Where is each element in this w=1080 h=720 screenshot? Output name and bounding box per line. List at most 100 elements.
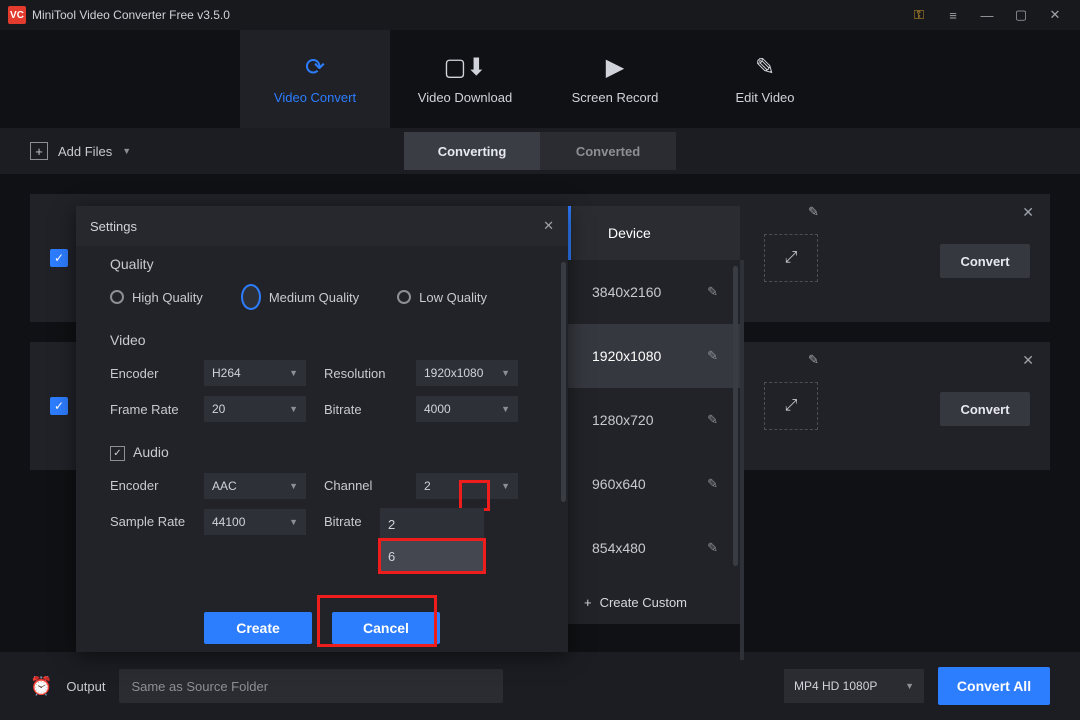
scrollbar[interactable] (733, 266, 738, 566)
tab-converted[interactable]: Converted (540, 132, 676, 170)
tab-label: Edit Video (735, 90, 794, 105)
tab-converting[interactable]: Converting (404, 132, 540, 170)
panel-divider (740, 260, 744, 660)
bottom-bar: ⏰ Output Same as Source Folder MP4 HD 10… (0, 652, 1080, 720)
radio-medium-quality[interactable]: Medium Quality (241, 284, 359, 310)
video-bitrate-select[interactable]: 4000▼ (416, 396, 518, 422)
tab-video-download[interactable]: ▢⬇ Video Download (390, 30, 540, 128)
video-encoder-select[interactable]: H264▼ (204, 360, 306, 386)
channel-label: Channel (324, 478, 398, 493)
quality-radio-group: High Quality Medium Quality Low Quality (110, 284, 534, 310)
resolution-label: Resolution (324, 366, 398, 381)
audio-samplerate-select[interactable]: 44100▼ (204, 509, 306, 535)
format-select[interactable]: MP4 HD 1080P ▼ (784, 669, 924, 703)
radio-icon (397, 290, 411, 304)
output-preview[interactable]: ⤢ (764, 234, 818, 282)
channel-option[interactable]: 6 (380, 540, 484, 572)
edit-icon[interactable]: ✎ (707, 476, 718, 492)
edit-icon[interactable]: ✎ (707, 412, 718, 428)
framerate-label: Frame Rate (110, 402, 186, 417)
audio-checkbox[interactable]: ✓ (110, 446, 125, 461)
video-form: Encoder H264▼ Resolution 1920x1080▼ Fram… (110, 360, 534, 422)
radio-low-quality[interactable]: Low Quality (397, 284, 487, 310)
output-label: Output (66, 679, 105, 694)
convert-all-button[interactable]: Convert All (938, 667, 1050, 705)
cancel-button[interactable]: Cancel (332, 612, 440, 644)
add-files-button[interactable]: + Add Files ▼ (30, 142, 131, 160)
audio-section-title: ✓Audio (110, 444, 534, 461)
resolution-option[interactable]: 960x640✎ (568, 452, 740, 516)
modal-footer: Create Cancel (76, 604, 568, 652)
maximize-icon[interactable]: ▢ (1004, 0, 1038, 30)
convert-button[interactable]: Convert (940, 244, 1030, 278)
refresh-icon: ⟳ (305, 53, 325, 82)
clock-icon[interactable]: ⏰ (30, 676, 52, 697)
caret-down-icon: ▼ (289, 517, 298, 527)
edit-icon[interactable]: ✎ (707, 540, 718, 556)
app-title: MiniTool Video Converter Free v3.5.0 (32, 8, 902, 22)
close-icon[interactable]: ✕ (543, 218, 554, 234)
resolution-option[interactable]: 1920x1080✎ (568, 324, 740, 388)
caret-down-icon: ▼ (905, 681, 914, 691)
modal-body: Quality High Quality Medium Quality Low … (76, 246, 568, 604)
quality-section-title: Quality (110, 256, 534, 272)
close-icon[interactable]: ✕ (1022, 204, 1034, 221)
record-icon: ▶ (606, 53, 624, 82)
close-icon[interactable]: ✕ (1022, 352, 1034, 369)
resolution-panel: Device 3840x2160✎ 1920x1080✎ 1280x720✎ 9… (568, 206, 740, 624)
tab-screen-record[interactable]: ▶ Screen Record (540, 30, 690, 128)
create-custom-button[interactable]: +Create Custom (568, 580, 740, 624)
caret-down-icon: ▼ (289, 481, 298, 491)
tab-video-convert[interactable]: ⟳ Video Convert (240, 30, 390, 128)
resolution-option[interactable]: 1280x720✎ (568, 388, 740, 452)
settings-modal: Settings ✕ Quality High Quality Medium Q… (76, 206, 568, 652)
modal-title: Settings (90, 219, 137, 234)
tab-edit-video[interactable]: ✎ Edit Video (690, 30, 840, 128)
add-files-label: Add Files (58, 144, 112, 159)
output-folder-select[interactable]: Same as Source Folder (119, 669, 503, 703)
plus-icon: + (584, 595, 592, 610)
video-framerate-select[interactable]: 20▼ (204, 396, 306, 422)
main-nav: ⟳ Video Convert ▢⬇ Video Download ▶ Scre… (0, 30, 1080, 128)
audio-encoder-select[interactable]: AAC▼ (204, 473, 306, 499)
caret-down-icon: ▼ (289, 368, 298, 378)
create-button[interactable]: Create (204, 612, 312, 644)
tab-label: Video Convert (274, 90, 356, 105)
video-section-title: Video (110, 332, 534, 348)
titlebar: VC MiniTool Video Converter Free v3.5.0 … (0, 0, 1080, 30)
app-logo: VC (8, 6, 26, 24)
edit-icon[interactable]: ✎ (707, 348, 718, 364)
video-resolution-select[interactable]: 1920x1080▼ (416, 360, 518, 386)
convert-button[interactable]: Convert (940, 392, 1030, 426)
caret-down-icon: ▼ (122, 146, 131, 156)
encoder-label: Encoder (110, 478, 186, 493)
download-icon: ▢⬇ (444, 53, 487, 82)
edit-icon[interactable]: ✎ (808, 204, 819, 220)
caret-down-icon: ▼ (289, 404, 298, 414)
caret-down-icon: ▼ (501, 368, 510, 378)
scrollbar[interactable] (561, 262, 566, 502)
status-segment: Converting Converted (404, 132, 676, 170)
device-tab[interactable]: Device (568, 206, 740, 260)
radio-icon (110, 290, 124, 304)
resolution-option[interactable]: 854x480✎ (568, 516, 740, 580)
key-icon[interactable]: ⚿ (902, 0, 936, 30)
edit-icon[interactable]: ✎ (707, 284, 718, 300)
menu-icon[interactable]: ≡ (936, 0, 970, 30)
close-icon[interactable]: ✕ (1038, 0, 1072, 30)
caret-down-icon: ▼ (501, 481, 510, 491)
samplerate-label: Sample Rate (110, 514, 186, 529)
channel-option[interactable]: 2 (380, 508, 484, 540)
tab-label: Screen Record (572, 90, 659, 105)
minimize-icon[interactable]: — (970, 0, 1004, 30)
toolbar: + Add Files ▼ Converting Converted (0, 128, 1080, 174)
tab-label: Video Download (418, 90, 512, 105)
edit-icon[interactable]: ✎ (808, 352, 819, 368)
file-checkbox[interactable]: ✓ (50, 397, 68, 415)
resolution-option[interactable]: 3840x2160✎ (568, 260, 740, 324)
radio-high-quality[interactable]: High Quality (110, 284, 203, 310)
channel-dropdown: 2 6 (380, 508, 484, 572)
output-preview[interactable]: ⤢ (764, 382, 818, 430)
caret-down-icon: ▼ (501, 404, 510, 414)
file-checkbox[interactable]: ✓ (50, 249, 68, 267)
